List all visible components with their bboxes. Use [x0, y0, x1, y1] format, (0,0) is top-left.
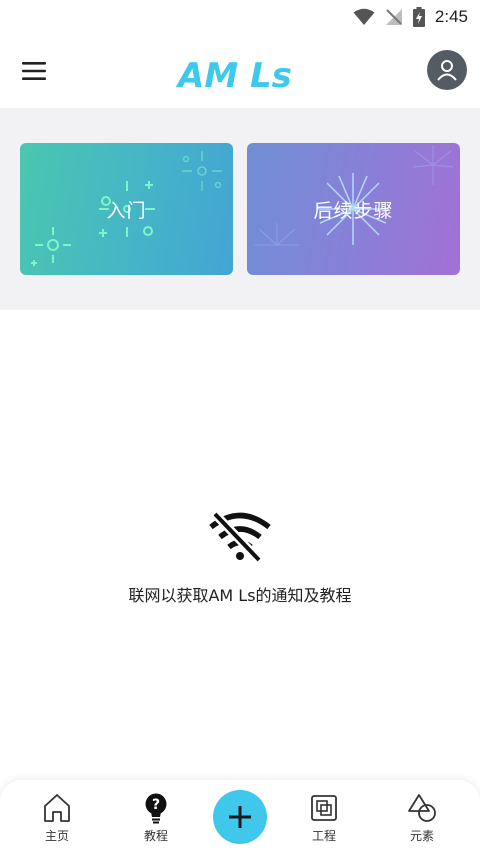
wifi-signal-icon	[353, 8, 375, 25]
app-bar: AM Ls	[0, 34, 480, 108]
nav-item-tutorials[interactable]: ? 教程	[120, 792, 192, 846]
battery-charging-icon	[412, 7, 425, 27]
nav-label-home: 主页	[44, 829, 69, 843]
user-avatar-button[interactable]	[427, 50, 467, 90]
project-icon	[311, 795, 337, 821]
nav-item-home[interactable]: 主页	[21, 792, 93, 846]
next-steps-card[interactable]: 后续步骤	[247, 143, 460, 275]
svg-text:?: ?	[152, 797, 160, 813]
wifi-off-icon	[209, 510, 271, 562]
hamburger-menu-icon	[22, 62, 46, 80]
status-bar: 2:45	[0, 0, 480, 34]
add-button[interactable]	[213, 790, 267, 844]
status-time: 2:45	[434, 7, 468, 26]
card-label-next-steps: 后续步骤	[313, 199, 394, 222]
card-label-getting-started: 入门	[106, 199, 147, 222]
offline-empty-state: 联网以获取AM Ls的通知及教程	[0, 510, 480, 606]
cellular-no-signal-icon	[385, 9, 402, 25]
menu-button[interactable]	[14, 51, 54, 91]
nav-label-elements: 元素	[409, 829, 434, 843]
nav-item-projects[interactable]: 工程	[288, 792, 360, 846]
bottom-navigation: 主页 ? 教程 工程 元素	[0, 780, 480, 853]
offline-message: 联网以获取AM Ls的通知及教程	[128, 586, 352, 605]
logo-text: AM Ls	[176, 56, 292, 96]
shapes-icon	[408, 794, 436, 822]
nav-label-projects: 工程	[311, 829, 336, 843]
home-icon	[44, 794, 70, 822]
getting-started-card[interactable]: 入门	[20, 143, 233, 275]
nav-label-tutorials: 教程	[143, 829, 168, 843]
lightbulb-help-icon: ?	[145, 793, 167, 824]
nav-item-elements[interactable]: 元素	[386, 792, 458, 846]
tutorial-cards-section: 入门 后续步骤	[0, 108, 480, 310]
app-logo: AM Ls	[176, 56, 292, 96]
plus-icon	[229, 806, 251, 828]
user-icon	[437, 60, 457, 81]
